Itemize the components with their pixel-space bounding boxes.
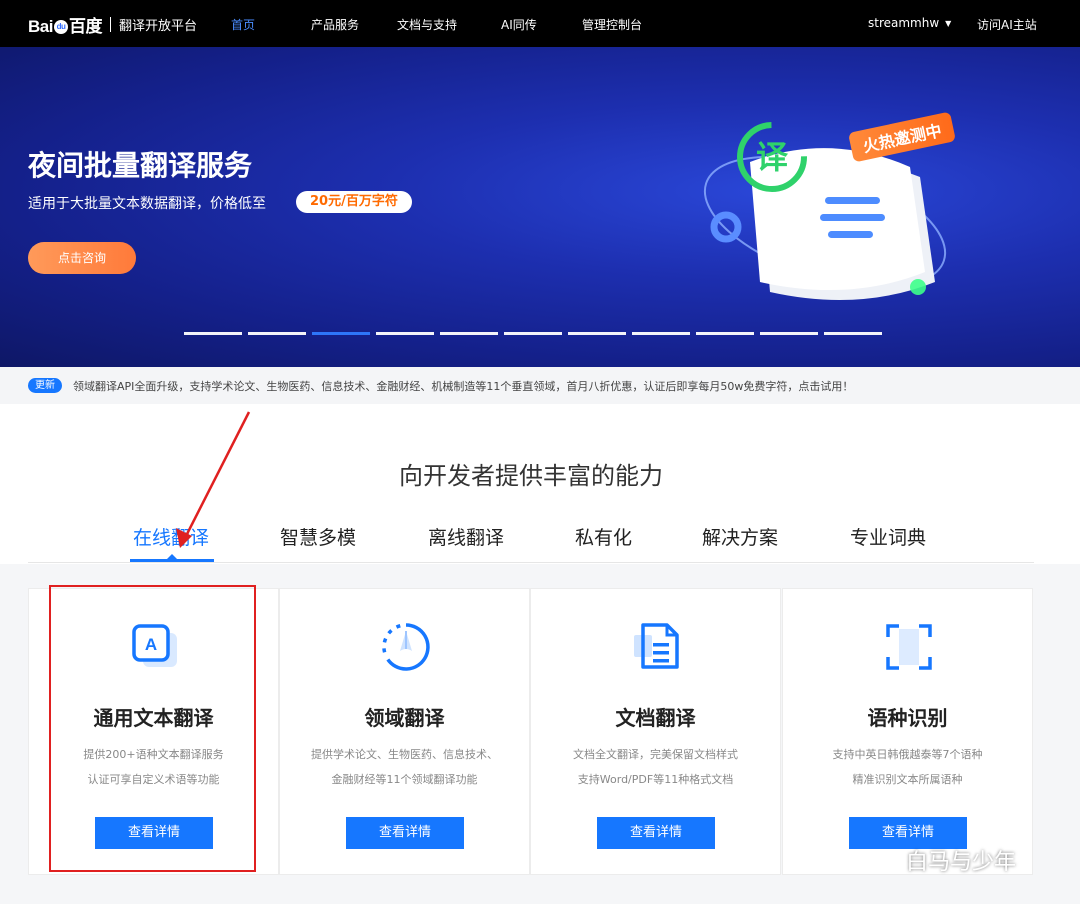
card-desc: 文档全文翻译，完美保留文档样式 [573,748,738,761]
carousel-dot[interactable] [760,332,818,335]
carousel-dot[interactable] [440,332,498,335]
user-menu[interactable]: streammhw ▼ [868,16,951,30]
update-badge: 更新 [28,378,62,393]
watermark: 白马与少年 [864,844,1016,876]
carousel-dot[interactable] [376,332,434,335]
card-domain-translation[interactable]: 领域翻译 提供学术论文、生物医药、信息技术、 金融财经等11个领域翻译功能 查看… [279,588,530,875]
card-desc: 支持Word/PDF等11种格式文档 [577,773,734,786]
card-desc: 提供学术论文、生物医药、信息技术、 [311,748,498,761]
tab-offline-translation[interactable]: 离线翻译 [428,523,504,550]
carousel-dot[interactable] [248,332,306,335]
banner-subtitle: 适用于大批量文本数据翻译，价格低至 [28,196,266,212]
carousel-dot[interactable] [568,332,626,335]
nav-item-docs[interactable]: 文档与支持 [397,16,457,33]
carousel-dot[interactable] [632,332,690,335]
carousel-dot[interactable] [184,332,242,335]
card-title: 领域翻译 [364,706,445,730]
platform-name: 翻译开放平台 [118,18,197,34]
notice-bar[interactable]: 更新 领域翻译API全面升级，支持学术论文、生物医药、信息技术、金融财经、机械制… [0,367,1080,404]
caret-down-icon: ▼ [945,19,952,28]
banner-title: 夜间批量翻译服务 [28,149,253,182]
nav-item-ai-interpretation[interactable]: AI同传 [501,16,537,33]
watermark-text: 白马与少年 [906,850,1017,875]
card-title: 文档翻译 [615,706,696,730]
card-language-detection[interactable]: 语种识别 支持中英日韩俄越泰等7个语种 精准识别文本所属语种 查看详情 [782,588,1033,875]
wechat-icon [864,849,898,872]
highlight-box [49,585,256,872]
tab-multimodal[interactable]: 智慧多模 [280,523,356,550]
logo-brand-suffix: 百度 [68,16,103,36]
active-tab-underline [130,559,214,562]
card-desc: 支持中英日韩俄越泰等7个语种 [832,748,983,761]
tab-online-translation[interactable]: 在线翻译 [133,523,209,550]
card-title: 语种识别 [867,706,948,730]
svg-text:译: 译 [756,138,789,176]
card-document-translation[interactable]: 文档翻译 文档全文翻译，完美保留文档样式 支持Word/PDF等11种格式文档 … [530,588,781,875]
capability-tabs: 在线翻译 智慧多模 离线翻译 私有化 解决方案 专业词典 [28,518,1034,563]
card-desc: 精准识别文本所属语种 [852,773,963,786]
logo-brand: Bai [28,16,53,36]
nav-item-products[interactable]: 产品服务 [311,16,359,33]
username: streammhw [868,16,940,30]
carousel-dot[interactable] [824,332,882,335]
view-details-button[interactable]: 查看详情 [597,817,715,849]
baidu-logo: Bai du 百度 [28,12,102,37]
logo-divider [109,16,111,32]
visit-ai-link[interactable]: 访问AI主站 [977,16,1037,33]
notice-text[interactable]: 领域翻译API全面升级，支持学术论文、生物医药、信息技术、金融财经、机械制造等1… [73,378,853,394]
hero-banner[interactable]: 夜间批量翻译服务 适用于大批量文本数据翻译，价格低至 20元/百万字符 点击咨询… [0,47,1080,367]
nav-item-console[interactable]: 管理控制台 [582,16,642,33]
price-pill: 20元/百万字符 [296,191,412,213]
consult-button[interactable]: 点击咨询 [28,242,136,274]
carousel-dot[interactable] [504,332,562,335]
document-icon [634,623,679,669]
tab-solutions[interactable]: 解决方案 [702,523,778,550]
logo[interactable]: Bai du 百度 翻译开放平台 [28,12,197,36]
carousel-dot[interactable] [312,332,370,335]
card-desc: 金融财经等11个领域翻译功能 [331,773,478,786]
top-nav: Bai du 百度 翻译开放平台 首页 产品服务 文档与支持 AI同传 管理控制台 … [0,0,1080,47]
view-details-button[interactable]: 查看详情 [346,817,464,849]
nav-item-home[interactable]: 首页 [231,16,255,33]
tab-dictionary[interactable]: 专业词典 [850,523,926,550]
scan-frame-icon [886,624,932,670]
domain-compass-icon [382,623,430,671]
paw-icon: du [53,20,68,35]
tab-private-deployment[interactable]: 私有化 [575,523,632,550]
carousel-indicators [184,332,882,335]
section-title: 向开发者提供丰富的能力 [399,462,663,490]
carousel-dot[interactable] [696,332,754,335]
